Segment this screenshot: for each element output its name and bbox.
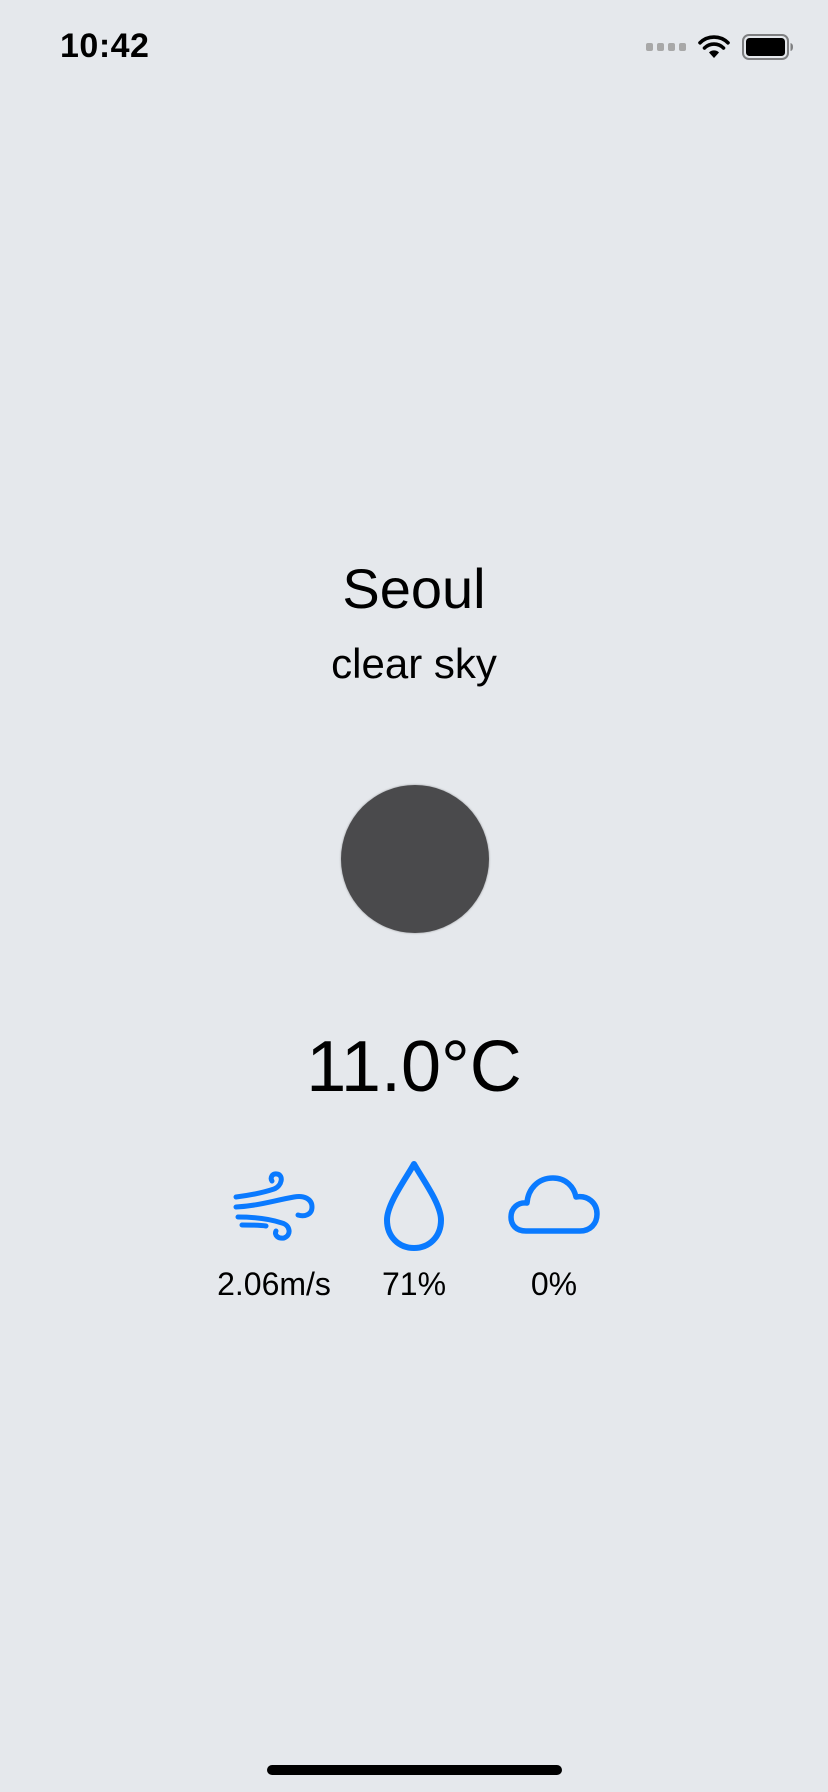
weather-icon-placeholder [341, 785, 489, 933]
battery-icon [742, 34, 794, 60]
status-time: 10:42 [60, 27, 150, 65]
cloudiness-stat: 0% [469, 1160, 639, 1303]
home-indicator[interactable] [267, 1765, 562, 1775]
temperature: 11.0°C [306, 1027, 522, 1107]
cellular-signal-icon [646, 43, 686, 51]
cloud-icon [469, 1160, 639, 1252]
city-name: Seoul [342, 557, 486, 620]
wifi-icon [698, 34, 730, 60]
weather-description: clear sky [331, 640, 497, 687]
status-icons [646, 34, 794, 60]
cloudiness-value: 0% [530, 1266, 578, 1302]
weather-screen: 10:42 Seoul clear sky 11.0°C 2.06m/s 71%… [0, 0, 828, 1792]
